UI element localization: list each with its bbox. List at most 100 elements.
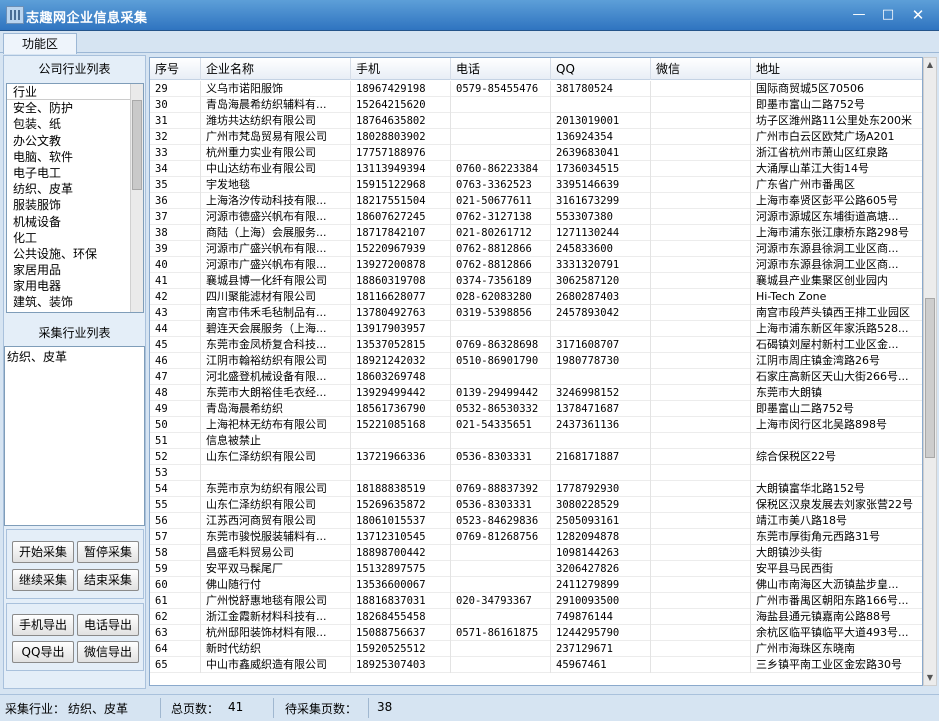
table-row[interactable]: 59 安平双马髹尾厂 15132897575 3206427826 安平县马民西街 [150,561,922,577]
table-cell: 34 [150,161,201,177]
table-row[interactable]: 61 广州悦舒惠地毯有限公司 18816837031 020-34793367 2910… [150,593,922,609]
scroll-thumb[interactable] [132,100,142,190]
column-header[interactable]: 企业名称 [201,58,351,80]
industry-list-item[interactable]: 纺织、皮革 [7,181,143,197]
table-row[interactable]: 43 南宫市伟禾毛毡制品有... 13780492763 0319-5398856 24… [150,305,922,321]
table-row[interactable]: 64 新时代纺织 15920525512 237129671 广州市海珠区东晓南 [150,641,922,657]
table-cell: 0319-5398856 [451,305,551,321]
table-row[interactable]: 34 中山达纺布业有限公司 13113949394 0760-86223384 1736… [150,161,922,177]
table-row[interactable]: 40 河源市广盛兴帆布有限... 13927200878 0762-8812866 33… [150,257,922,273]
table-row[interactable]: 65 中山市鑫威织造有限公司 18925307403 45967461 三乡镇平南工业区… [150,657,922,673]
minimize-button[interactable]: — [845,4,873,26]
collect-item[interactable]: 纺织、皮革 [7,348,142,365]
table-row[interactable]: 30 青岛海晨希纺织辅料有... 15264215620 即墨市富山二路752号 [150,97,922,113]
table-row[interactable]: 58 昌盛毛料贸易公司 18898700442 1098144263 大朗镇沙头街 [150,545,922,561]
column-header[interactable]: 手机 [351,58,451,80]
column-header[interactable]: QQ [551,58,651,80]
industry-list-item[interactable]: 服装服饰 [7,197,143,213]
scroll-down-icon[interactable]: ▼ [924,671,936,685]
grid-vertical-scrollbar[interactable]: ▲ ▼ [923,57,937,686]
table-cell: 0762-8812866 [451,257,551,273]
table-cell [451,97,551,113]
table-row[interactable]: 38 商陆（上海）会展服务... 18717842107 021-80261712 12… [150,225,922,241]
industry-list-item[interactable]: 化工 [7,230,143,246]
column-header[interactable]: 序号 [150,58,201,80]
table-row[interactable]: 49 青岛海晨希纺织 18561736790 0532-86530332 1378471… [150,401,922,417]
table-cell: 53 [150,465,201,481]
pause-collect-button[interactable]: 暂停采集 [77,541,139,563]
table-row[interactable]: 56 江苏西河商贸有限公司 18061015537 0523-84629836 2505… [150,513,922,529]
table-cell [551,433,651,449]
table-row[interactable]: 55 山东仁泽纺织有限公司 15269635872 0536-8303331 30802… [150,497,922,513]
table-row[interactable]: 42 四川聚能滤材有限公司 18116628077 028-62083280 26802… [150,289,922,305]
industry-list-item[interactable]: 建筑、装饰 [7,294,143,310]
table-row[interactable]: 32 广州市梵岛贸易有限公司 18028803902 136924354 广州市白云区欧… [150,129,922,145]
industry-list-item[interactable]: 机械设备 [7,214,143,230]
close-button[interactable]: ✕ [904,4,932,26]
table-row[interactable]: 50 上海祀林无纺布有限公司 15221085168 021-54335651 2437… [150,417,922,433]
table-cell: 商陆（上海）会展服务... [201,225,351,241]
table-row[interactable]: 46 江阴市翰裕纺织有限公司 18921242032 0510-86901790 198… [150,353,922,369]
export-phone-button[interactable]: 手机导出 [12,614,74,636]
table-row[interactable]: 39 河源市广盛兴帆布有限... 15220967939 0762-8812866 24… [150,241,922,257]
table-cell: 45967461 [551,657,651,673]
resume-collect-button[interactable]: 继续采集 [12,569,74,591]
table-row[interactable]: 53 [150,465,922,481]
table-cell: 0769-81268756 [451,529,551,545]
table-row[interactable]: 52 山东仁泽纺织有限公司 13721966336 0536-8303331 21681… [150,449,922,465]
grid-scroll-thumb[interactable] [925,298,935,458]
table-cell: 2910093500 [551,593,651,609]
table-row[interactable]: 48 东莞市大朗裕佳毛衣经... 13929499442 0139-29499442 3… [150,385,922,401]
industry-list-scrollbar[interactable] [130,84,143,312]
column-header[interactable]: 电话 [451,58,551,80]
collect-industry-list[interactable]: 纺织、皮革 [4,346,145,526]
table-cell: 河源市广盛兴帆布有限... [201,257,351,273]
stop-collect-button[interactable]: 结束采集 [77,569,139,591]
table-cell [451,129,551,145]
industry-list-item[interactable]: 办公文教 [7,133,143,149]
table-row[interactable]: 31 潍坊共达纺织有限公司 18764635802 2013019001 坊子区潍州路1… [150,113,922,129]
industry-list-item[interactable]: 家用电器 [7,278,143,294]
table-row[interactable]: 51 信息被禁止 [150,433,922,449]
export-tel-button[interactable]: 电话导出 [77,614,139,636]
table-row[interactable]: 60 佛山随行付 13536600067 2411279899 佛山市南海区大沥镇盐步皇… [150,577,922,593]
industry-list-item[interactable]: 电脑、软件 [7,149,143,165]
table-row[interactable]: 29 义乌市诺阳服饰 18967429198 0579-85455476 3817805… [150,81,922,97]
start-collect-button[interactable]: 开始采集 [12,541,74,563]
tab-function-area[interactable]: 功能区 [3,33,77,54]
industry-list-item[interactable]: 公共设施、环保 [7,246,143,262]
table-row[interactable]: 37 河源市德盛兴帆布有限... 18607627245 0762-3127138 55… [150,209,922,225]
table-row[interactable]: 36 上海洛汐传动科技有限... 18217551504 021-50677611 31… [150,193,922,209]
industry-list-item[interactable]: 包装、纸 [7,116,143,132]
table-row[interactable]: 41 襄城县博一化纤有限公司 18860319708 0374-7356189 3062… [150,273,922,289]
maximize-button[interactable]: □ [874,4,902,26]
export-wechat-button[interactable]: 微信导出 [77,641,139,663]
table-row[interactable]: 62 浙江金霞新材料科技有... 18268455458 749876144 海盐县通元… [150,609,922,625]
table-row[interactable]: 63 杭州邸阳装饰材料有限... 15088756637 0571-86161875 1… [150,625,922,641]
export-qq-button[interactable]: QQ导出 [12,641,74,663]
table-cell: 553307380 [551,209,651,225]
table-row[interactable]: 57 东莞市骏悦服装辅料有... 13712310545 0769-81268756 1… [150,529,922,545]
table-cell [651,545,751,561]
column-header[interactable]: 微信 [651,58,751,80]
table-cell: 59 [150,561,201,577]
industry-list-item[interactable]: 安全、防护 [7,100,143,116]
table-row[interactable]: 35 宇发地毯 15915122968 0763-3362523 3395146639 广… [150,177,922,193]
table-cell: 35 [150,177,201,193]
table-cell: 南宫市段芦头镇西王排工业园区 [751,305,922,321]
data-grid[interactable]: 序号 企业名称 手机 电话 QQ 微信 地址 29 义乌市诺阳服饰 18967429198 057… [149,57,923,686]
table-cell: 37 [150,209,201,225]
table-row[interactable]: 45 东莞市金凤桥复合科技... 13537052815 0769-86328698 3… [150,337,922,353]
table-row[interactable]: 44 碧连天会展服务（上海... 13917903957 上海市浦东新区年家浜路528… [150,321,922,337]
industry-listbox[interactable]: 行业 安全、防护 包装、纸 办公文教 电脑、软件 电子电工 纺织、皮革 服装服饰 机械设备 化工… [6,83,144,313]
industry-list-item[interactable]: 家居用品 [7,262,143,278]
table-row[interactable]: 47 河北盛登机械设备有限... 18603269748 石家庄高新区天山大街266号… [150,369,922,385]
table-cell: 020-34793367 [451,593,551,609]
table-row[interactable]: 33 杭州重力实业有限公司 17757188976 2639683041 浙江省杭州市萧… [150,145,922,161]
column-header[interactable]: 地址 [751,58,922,80]
table-row[interactable]: 54 东莞市京为纺织有限公司 18188838519 0769-88837392 177… [150,481,922,497]
table-cell [551,97,651,113]
scroll-up-icon[interactable]: ▲ [924,58,936,72]
industry-list-item[interactable]: 电子电工 [7,165,143,181]
table-cell: 57 [150,529,201,545]
